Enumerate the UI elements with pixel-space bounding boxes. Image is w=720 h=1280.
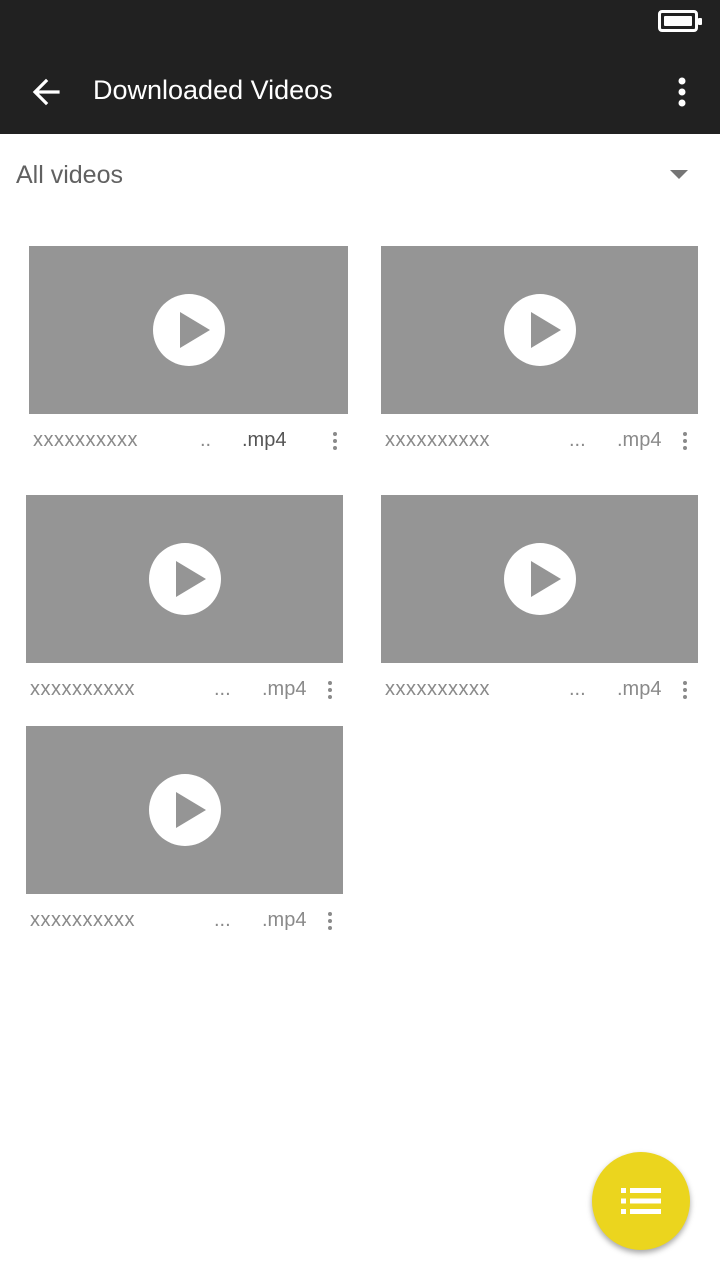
video-thumbnail[interactable] [381,495,698,663]
video-options-button[interactable] [321,421,349,461]
play-icon [503,294,576,366]
video-extension: .mp4 [242,429,287,451]
video-meta: xxxxxxxxxx ... .mp4 [26,670,343,710]
video-name: xxxxxxxxxx [385,429,490,451]
video-extension: .mp4 [262,909,307,931]
back-button[interactable] [22,68,70,116]
video-name: xxxxxxxxxx [30,678,135,700]
more-vert-icon [328,681,332,699]
status-bar [0,0,720,54]
video-extension: .mp4 [262,678,307,700]
video-meta: xxxxxxxxxx .. .mp4 [29,421,348,461]
video-meta: xxxxxxxxxx ... .mp4 [381,670,698,710]
page-title: Downloaded Videos [93,75,333,105]
more-vert-icon [678,77,686,107]
video-filter-dropdown[interactable]: All videos [0,135,720,217]
play-icon [148,543,221,615]
video-extension: .mp4 [617,429,662,451]
video-options-button[interactable] [316,670,344,710]
video-thumbnail[interactable] [29,246,348,414]
video-name-ellipsis: ... [569,429,586,451]
video-name-ellipsis: .. [200,429,212,451]
list-view-fab[interactable] [592,1152,690,1250]
battery-icon [658,10,702,32]
video-options-button[interactable] [316,901,344,941]
play-icon [503,543,576,615]
video-card[interactable]: xxxxxxxxxx .. .mp4 [29,246,348,461]
video-thumbnail[interactable] [381,246,698,414]
more-vert-icon [333,432,337,450]
video-card[interactable]: xxxxxxxxxx ... .mp4 [381,246,698,461]
video-options-button[interactable] [671,421,699,461]
app-bar: Downloaded Videos [0,54,720,134]
more-vert-icon [328,912,332,930]
video-extension: .mp4 [617,678,662,700]
video-meta: xxxxxxxxxx ... .mp4 [26,901,343,941]
video-name-ellipsis: ... [214,678,231,700]
video-card[interactable]: xxxxxxxxxx ... .mp4 [26,495,343,710]
video-thumbnail[interactable] [26,495,343,663]
video-thumbnail[interactable] [26,726,343,894]
list-icon [621,1188,661,1214]
more-vert-icon [683,432,687,450]
arrow-drop-down-icon [670,170,688,179]
video-card[interactable]: xxxxxxxxxx ... .mp4 [381,495,698,710]
overflow-menu-button[interactable] [658,68,706,116]
more-vert-icon [683,681,687,699]
video-card[interactable]: xxxxxxxxxx ... .mp4 [26,726,343,941]
filter-label: All videos [16,161,123,189]
play-icon [148,774,221,846]
arrow-back-icon [32,78,60,106]
video-name: xxxxxxxxxx [33,429,138,451]
video-name: xxxxxxxxxx [30,909,135,931]
video-name-ellipsis: ... [214,909,231,931]
video-meta: xxxxxxxxxx ... .mp4 [381,421,698,461]
play-icon [152,294,225,366]
video-name: xxxxxxxxxx [385,678,490,700]
video-name-ellipsis: ... [569,678,586,700]
video-options-button[interactable] [671,670,699,710]
